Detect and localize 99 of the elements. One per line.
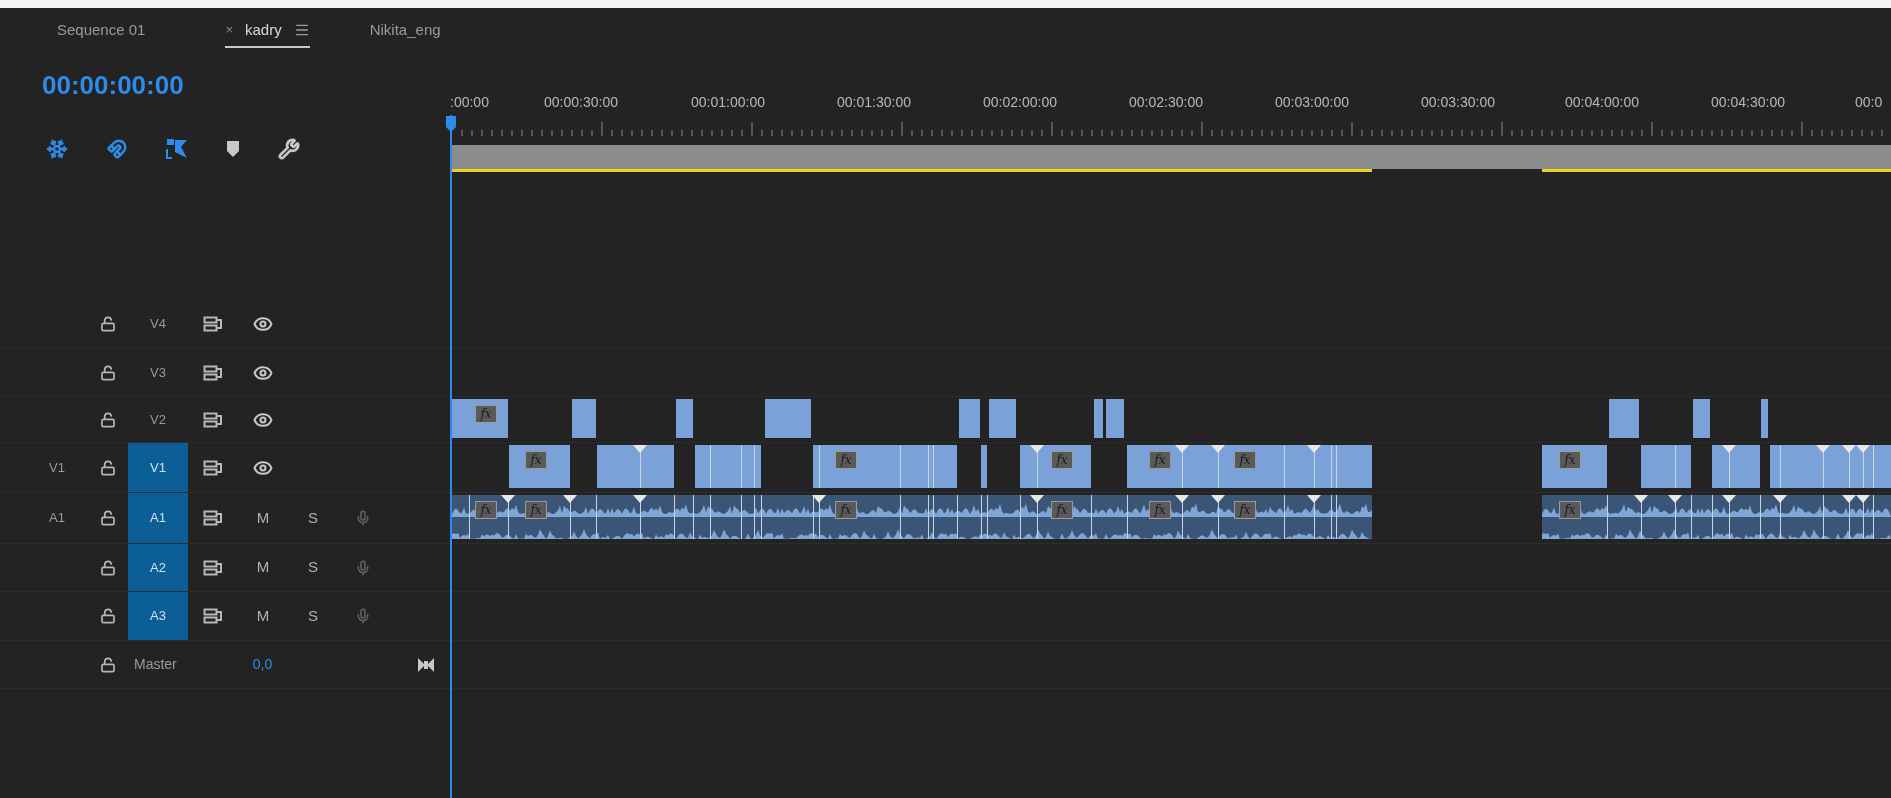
effect-badge: fx — [1559, 501, 1581, 519]
video-clip[interactable] — [765, 399, 811, 438]
sync-lock-icon[interactable] — [203, 316, 223, 332]
video-clip[interactable] — [1106, 399, 1124, 438]
panel-tab[interactable]: Nikita_eng — [369, 18, 441, 48]
track-target[interactable]: A2 — [128, 544, 188, 591]
transition-marker-icon — [1816, 445, 1830, 453]
marker-icon[interactable] — [227, 141, 239, 157]
video-clip[interactable] — [1712, 445, 1760, 488]
track-target[interactable]: V3 — [128, 349, 188, 396]
effect-badge: fx — [1051, 501, 1073, 519]
ruler-label: 00:04:00:00 — [1565, 93, 1639, 112]
ruler-label: :00:00 — [450, 93, 489, 112]
settings-icon[interactable] — [278, 138, 300, 160]
ruler-label: 00:04:30:00 — [1711, 93, 1785, 112]
effect-badge: fx — [475, 501, 497, 519]
lock-icon[interactable] — [100, 656, 116, 673]
ruler-label: 00:02:30:00 — [1129, 93, 1203, 112]
video-clip[interactable] — [981, 445, 987, 488]
ruler-label: 00:03:00:00 — [1275, 93, 1349, 112]
effect-badge: fx — [475, 405, 497, 423]
playhead-handle-icon[interactable] — [446, 116, 456, 132]
effect-badge: fx — [1149, 451, 1171, 469]
effect-badge: fx — [1234, 451, 1256, 469]
microphone-icon[interactable] — [355, 608, 371, 624]
effect-badge: fx — [835, 501, 857, 519]
lock-icon[interactable] — [100, 316, 116, 332]
mute-button[interactable]: M — [238, 604, 288, 628]
track-target[interactable]: A1 — [128, 493, 188, 543]
video-clip[interactable] — [1693, 399, 1710, 438]
track-target[interactable]: V4 — [128, 300, 188, 348]
sync-lock-icon[interactable] — [203, 411, 223, 428]
video-clip[interactable] — [572, 399, 596, 438]
video-clip[interactable] — [1094, 399, 1103, 438]
video-clip[interactable] — [989, 399, 1016, 438]
lock-icon[interactable] — [100, 510, 116, 526]
panel-tab[interactable]: Sequence 01 — [57, 18, 146, 48]
master-volume-value[interactable]: 0,0 — [252, 654, 273, 675]
lock-icon[interactable] — [100, 459, 116, 476]
solo-button[interactable]: S — [288, 506, 338, 530]
sync-lock-icon[interactable] — [203, 608, 223, 624]
linked-selection-icon[interactable] — [166, 138, 188, 160]
solo-button[interactable]: S — [288, 604, 338, 628]
effect-badge: fx — [1234, 501, 1256, 519]
lock-icon[interactable] — [100, 608, 116, 624]
ruler-label: 00:00:30:00 — [544, 93, 618, 112]
transition-marker-icon — [1307, 445, 1321, 453]
lock-icon[interactable] — [100, 411, 116, 428]
effect-badge: fx — [1559, 451, 1581, 469]
solo-button[interactable]: S — [288, 556, 338, 579]
timecode[interactable]: 00:00:00:00 — [42, 72, 450, 98]
ruler-label: 00:01:00:00 — [691, 93, 765, 112]
video-clip[interactable] — [1641, 445, 1691, 488]
lock-icon[interactable] — [100, 364, 116, 381]
video-clip[interactable] — [1609, 399, 1639, 438]
tab-label: Nikita_eng — [369, 19, 441, 40]
magnet-icon[interactable] — [107, 139, 127, 159]
track-target[interactable]: A3 — [128, 592, 188, 640]
video-clip[interactable] — [676, 399, 693, 438]
tab-label: kadry — [245, 19, 282, 40]
source-patch[interactable]: A1 — [49, 508, 65, 528]
transition-marker-icon — [1722, 445, 1736, 453]
sync-lock-icon[interactable] — [203, 510, 223, 526]
transition-marker-icon — [633, 445, 647, 453]
sync-lock-icon[interactable] — [203, 559, 223, 576]
close-tab[interactable]: × — [225, 20, 233, 40]
effect-badge: fx — [835, 451, 857, 469]
transition-marker-icon — [1175, 445, 1189, 453]
effect-badge: fx — [1149, 501, 1171, 519]
bowtie-icon[interactable] — [418, 657, 435, 672]
sync-lock-icon[interactable] — [203, 364, 223, 381]
transition-marker-icon — [1030, 445, 1044, 453]
transition-marker-icon — [1211, 445, 1225, 453]
master-track-label: Master — [134, 655, 177, 674]
video-clip[interactable] — [959, 399, 980, 438]
tab-label: Sequence 01 — [57, 19, 146, 40]
effect-badge: fx — [525, 451, 547, 469]
video-clip[interactable] — [597, 445, 674, 488]
video-clip[interactable] — [1761, 399, 1768, 438]
video-clip[interactable] — [1770, 445, 1891, 488]
sync-lock-icon[interactable] — [203, 459, 223, 476]
track-target[interactable]: V1 — [128, 443, 188, 492]
eye-icon[interactable] — [253, 314, 273, 334]
panel-tab[interactable]: × kadry — [225, 18, 310, 48]
track-target[interactable]: V2 — [128, 397, 188, 442]
effect-badge: fx — [1051, 451, 1073, 469]
microphone-icon[interactable] — [355, 559, 371, 576]
ruler-label: 00:0 — [1855, 93, 1883, 112]
ruler-label: 00:01:30:00 — [837, 93, 911, 112]
lock-icon[interactable] — [100, 559, 116, 576]
source-patch[interactable]: V1 — [49, 457, 65, 478]
mute-button[interactable]: M — [238, 506, 288, 530]
effect-badge: fx — [525, 501, 547, 519]
mute-button[interactable]: M — [238, 556, 288, 579]
ruler-label: 00:02:00:00 — [983, 93, 1057, 112]
ruler-label: 00:03:30:00 — [1421, 93, 1495, 112]
video-clip[interactable] — [695, 445, 761, 488]
microphone-icon[interactable] — [355, 510, 371, 526]
snowflake-icon[interactable] — [46, 138, 68, 160]
